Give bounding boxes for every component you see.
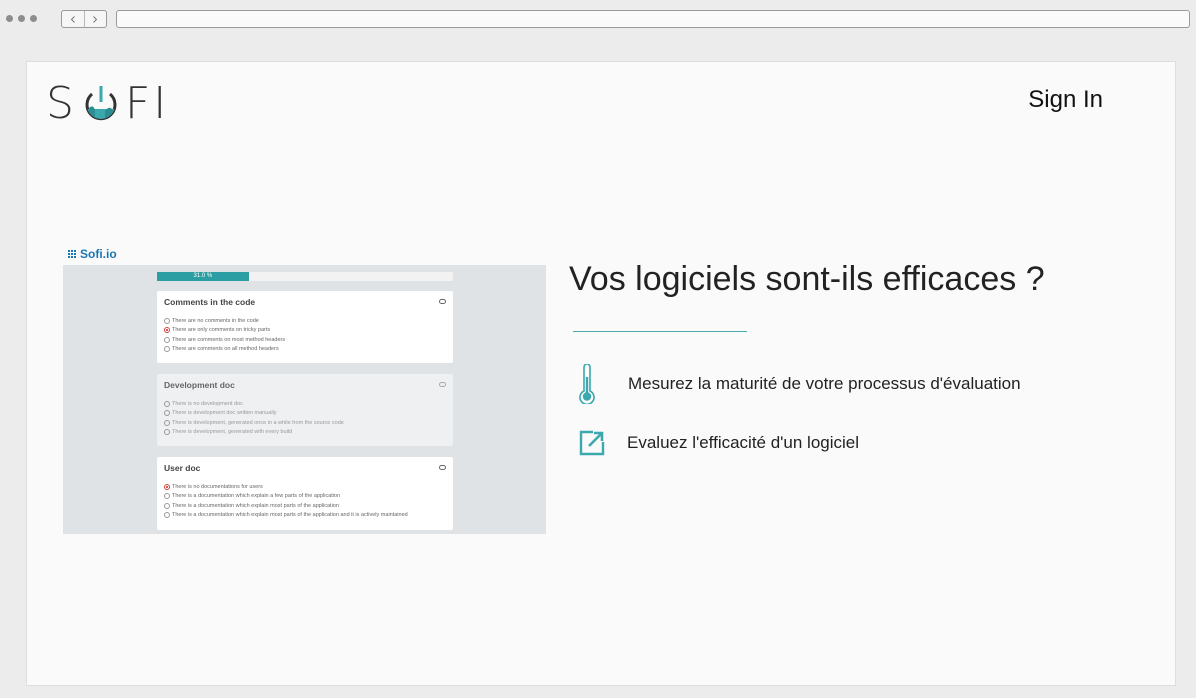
question-option: There are comments on all method headers bbox=[164, 345, 446, 355]
feature-efficiency-text: Evaluez l'efficacité d'un logiciel bbox=[627, 433, 860, 452]
chevron-right-icon bbox=[93, 15, 98, 23]
question-option: There is development, generated with eve… bbox=[164, 428, 446, 438]
power-logo-icon bbox=[85, 86, 117, 121]
option-label: There is a documentation which explain m… bbox=[172, 512, 408, 519]
option-label: There is development doc written manuall… bbox=[172, 410, 277, 417]
maximize-window-icon[interactable] bbox=[30, 15, 37, 22]
option-label: There are comments on most method header… bbox=[172, 336, 286, 343]
question-option: There is a documentation which explain a… bbox=[164, 492, 446, 502]
page-viewport: S FI Sign In Sofi.io 31.0 % Comments in … bbox=[26, 61, 1176, 686]
history-nav bbox=[61, 10, 107, 28]
question-option: There are no comments in the code bbox=[164, 316, 446, 326]
radio-checked-icon bbox=[164, 483, 170, 490]
radio-icon bbox=[164, 512, 170, 519]
hero-headline: Vos logiciels sont-ils efficaces ? bbox=[569, 260, 1045, 298]
external-link-icon bbox=[579, 430, 605, 456]
browser-window: S FI Sign In Sofi.io 31.0 % Comments in … bbox=[0, 0, 1196, 698]
question-option: There are comments on most method header… bbox=[164, 335, 446, 345]
toggle-icon bbox=[439, 299, 446, 304]
radio-icon bbox=[164, 493, 170, 500]
option-label: There is a documentation which explain m… bbox=[172, 502, 339, 509]
close-window-icon[interactable] bbox=[6, 15, 13, 22]
hero-divider bbox=[573, 331, 747, 332]
option-label: There is no documentations for users bbox=[172, 483, 263, 490]
radio-icon bbox=[164, 336, 170, 343]
question-card-comments: Comments in the code There are no commen… bbox=[157, 291, 453, 363]
forward-button[interactable] bbox=[83, 11, 107, 27]
minimize-window-icon[interactable] bbox=[18, 15, 25, 22]
question-option: There is development doc written manuall… bbox=[164, 409, 446, 419]
logo-text-right: FI bbox=[124, 77, 170, 129]
sofi-logo[interactable]: S FI bbox=[46, 77, 170, 129]
question-card-development-doc: Development doc There is no development … bbox=[157, 374, 453, 446]
chevron-left-icon bbox=[70, 15, 75, 23]
toggle-icon bbox=[439, 465, 446, 470]
radio-icon bbox=[164, 317, 170, 324]
address-bar[interactable] bbox=[116, 10, 1190, 28]
feature-maturity: Mesurez la maturité de votre processus d… bbox=[578, 364, 1021, 404]
radio-icon bbox=[164, 419, 170, 426]
option-label: There are comments on all method headers bbox=[172, 346, 279, 353]
question-card-user-doc: User doc There is no documentations for … bbox=[157, 457, 453, 530]
option-label: There is development, generated with eve… bbox=[172, 429, 293, 436]
question-title: Comments in the code bbox=[164, 297, 256, 307]
browser-toolbar bbox=[0, 0, 1196, 40]
question-option: There is development, generated once in … bbox=[164, 418, 446, 428]
feature-efficiency: Evaluez l'efficacité d'un logiciel bbox=[578, 429, 859, 457]
radio-icon bbox=[164, 346, 170, 353]
option-label: There is no development doc bbox=[172, 400, 243, 407]
question-option: There are only comments on tricky parts bbox=[164, 326, 446, 336]
window-controls bbox=[6, 15, 37, 22]
question-option: There is a documentation which explain m… bbox=[164, 501, 446, 511]
logo-text-left: S bbox=[46, 77, 77, 129]
radio-icon bbox=[164, 502, 170, 509]
radio-icon bbox=[164, 400, 170, 407]
radio-icon bbox=[164, 410, 170, 417]
thermometer-icon bbox=[579, 364, 595, 404]
progress-bar: 31.0 % bbox=[157, 272, 453, 281]
option-label: There are no comments in the code bbox=[172, 317, 259, 324]
question-option: There is no development doc bbox=[164, 399, 446, 409]
app-preview-brand-text: Sofi.io bbox=[80, 247, 117, 261]
radio-checked-icon bbox=[164, 327, 170, 334]
apps-grid-icon bbox=[68, 249, 77, 259]
question-title: User doc bbox=[164, 463, 201, 473]
question-option: There is no documentations for users bbox=[164, 482, 446, 492]
app-preview-content: 31.0 % Comments in the code There are no… bbox=[63, 265, 546, 534]
sign-in-link[interactable]: Sign In bbox=[1028, 86, 1103, 114]
back-button[interactable] bbox=[62, 11, 84, 27]
feature-maturity-text: Mesurez la maturité de votre processus d… bbox=[628, 374, 1021, 393]
option-label: There are only comments on tricky parts bbox=[172, 327, 271, 334]
progress-bar-fill: 31.0 % bbox=[157, 272, 249, 281]
option-label: There is a documentation which explain a… bbox=[172, 493, 341, 500]
app-preview-brand: Sofi.io bbox=[68, 247, 117, 261]
radio-icon bbox=[164, 429, 170, 436]
option-label: There is development, generated once in … bbox=[172, 419, 344, 426]
question-option: There is a documentation which explain m… bbox=[164, 511, 446, 521]
toggle-off-icon bbox=[439, 382, 446, 387]
app-preview-image: Sofi.io 31.0 % Comments in the code Ther… bbox=[63, 247, 546, 534]
question-title: Development doc bbox=[164, 380, 235, 390]
